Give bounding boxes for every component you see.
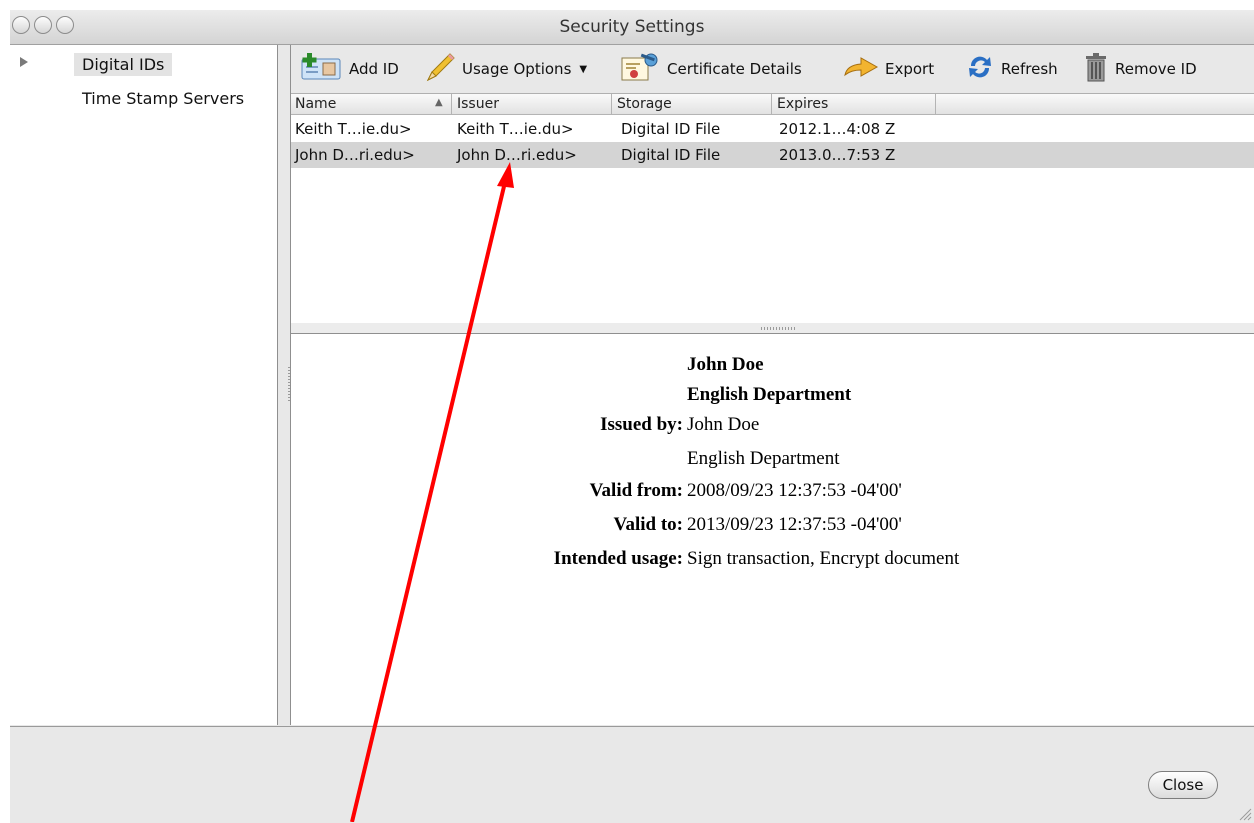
certificate-detail-panel: John Doe English Department Issued by: J… [291,334,1254,725]
window-title: Security Settings [559,17,705,37]
digital-ids-table: Name ▲ Issuer Storage Expires Keith T…ie… [291,93,1254,325]
refresh-label: Refresh [1001,60,1058,78]
cell-issuer: Keith T…ie.du> [457,120,574,138]
title-bar[interactable]: Security Settings [10,10,1254,45]
detail-department: English Department [687,384,852,405]
valid-to-value: 2013/09/23 12:37:53 -04'00' [687,514,902,535]
horizontal-splitter[interactable] [291,323,1254,334]
trash-icon [1083,51,1109,87]
table-row[interactable]: Keith T…ie.du> Keith T…ie.du> Digital ID… [291,116,1254,142]
column-divider[interactable] [451,94,452,114]
cell-issuer: John D…ri.edu> [457,146,577,164]
column-header-issuer[interactable]: Issuer [457,96,499,112]
cell-storage: Digital ID File [621,146,721,164]
add-id-icon [301,53,343,85]
pencil-icon [424,52,456,86]
intended-usage-value: Sign transaction, Encrypt document [687,548,960,569]
issued-by-name: John Doe [687,414,760,435]
issued-by-label: Issued by: [600,414,683,435]
valid-from-label: Valid from: [589,480,683,501]
close-button[interactable]: Close [1148,771,1218,799]
refresh-icon [965,52,995,86]
column-header-name[interactable]: Name [295,96,336,112]
refresh-button[interactable]: Refresh [965,55,1058,83]
certificate-details-label: Certificate Details [667,60,802,78]
column-header-storage[interactable]: Storage [617,96,672,112]
intended-usage-label: Intended usage: [553,548,683,569]
disclosure-triangle-icon[interactable] [20,57,28,67]
main-content: Digital IDs Time Stamp Servers Add ID Us… [10,45,1254,725]
remove-id-label: Remove ID [1115,60,1197,78]
column-divider[interactable] [771,94,772,114]
certificate-icon [621,52,661,86]
column-divider[interactable] [611,94,612,114]
certificate-details-button[interactable]: Certificate Details [621,52,802,86]
usage-options-menu[interactable]: Usage Options ▼ [424,52,588,86]
column-divider[interactable] [935,94,936,114]
issued-by-department: English Department [687,448,840,469]
cell-name: Keith T…ie.du> [295,120,412,138]
valid-to-label: Valid to: [613,514,683,535]
right-pane: Add ID Usage Options ▼ Certificate Detai… [290,45,1254,725]
table-row-selected[interactable]: John D…ri.edu> John D…ri.edu> Digital ID… [291,142,1254,168]
cell-name: John D…ri.edu> [295,146,415,164]
add-id-button[interactable]: Add ID [301,53,399,85]
export-label: Export [885,60,935,78]
export-arrow-icon [843,55,879,83]
table-header: Name ▲ Issuer Storage Expires [291,94,1254,115]
sidebar-item-digital-ids[interactable]: Digital IDs [74,53,173,76]
usage-options-label: Usage Options [462,60,572,78]
security-settings-window: Security Settings Digital IDs Time Stamp… [10,10,1254,823]
sidebar-item-time-stamp-servers[interactable]: Time Stamp Servers [82,89,244,108]
cell-expires: 2012.1…4:08 Z [779,120,896,138]
sort-ascending-icon: ▲ [435,97,443,108]
resize-grip-icon[interactable] [1238,807,1252,821]
footer-bar: Close [10,726,1254,823]
remove-id-button[interactable]: Remove ID [1083,53,1197,83]
chevron-down-icon: ▼ [579,63,588,75]
sidebar: Digital IDs Time Stamp Servers [10,45,278,725]
detail-name: John Doe [687,354,764,375]
cell-storage: Digital ID File [621,120,721,138]
valid-from-value: 2008/09/23 12:37:53 -04'00' [687,480,902,501]
add-id-label: Add ID [349,60,399,78]
column-header-expires[interactable]: Expires [777,96,828,112]
splitter-grip[interactable] [761,327,795,330]
export-button[interactable]: Export [843,55,934,83]
cell-expires: 2013.0…7:53 Z [779,146,896,164]
toolbar: Add ID Usage Options ▼ Certificate Detai… [291,45,1254,93]
